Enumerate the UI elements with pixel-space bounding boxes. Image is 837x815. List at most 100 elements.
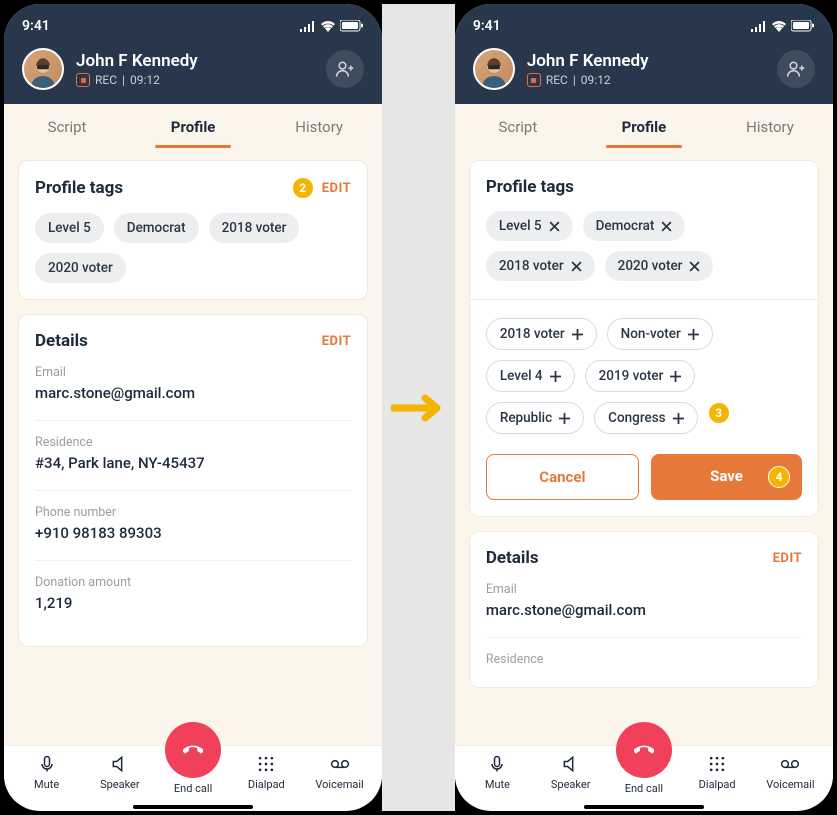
battery-icon [340, 20, 364, 32]
phone-right: 9:41 John F Kennedy REC | 09:12 [455, 4, 833, 811]
call-bar: Mute Speaker End call Dialpad Voicemail [455, 745, 833, 801]
save-button[interactable]: Save 4 [651, 454, 802, 500]
dialpad-button[interactable]: Dialpad [234, 754, 298, 791]
mute-button[interactable]: Mute [465, 754, 529, 791]
applied-tags: Level 5 Democrat 2018 voter 2020 voter [486, 211, 802, 281]
end-call-label: End call [174, 782, 212, 795]
caller-info: John F Kennedy REC | 09:12 [527, 51, 765, 87]
detail-value: marc.stone@gmail.com [35, 384, 351, 402]
end-call-icon [616, 722, 672, 778]
plus-icon [572, 329, 583, 340]
rec-line: REC | 09:12 [527, 73, 765, 87]
status-icons [300, 20, 364, 32]
wifi-icon [771, 20, 787, 32]
tag-chip-removable[interactable]: Level 5 [486, 211, 573, 241]
detail-row: Email marc.stone@gmail.com [35, 365, 351, 421]
scroll-area[interactable]: Profile tags 2 EDIT Level 5 Democrat 201… [4, 148, 382, 761]
card-title-details: Details [486, 548, 539, 568]
button-row: Cancel Save 4 [486, 454, 802, 500]
tag-chip[interactable]: 2020 voter [35, 253, 126, 283]
dialpad-label: Dialpad [699, 778, 736, 791]
tab-profile[interactable]: Profile [130, 104, 256, 148]
plus-icon [550, 371, 561, 382]
speaker-button[interactable]: Speaker [88, 754, 152, 791]
profile-tags-card: Profile tags Level 5 Democrat 2018 voter… [469, 160, 819, 517]
voicemail-button[interactable]: Voicemail [308, 754, 372, 791]
detail-label: Residence [35, 435, 351, 450]
rec-sep: | [573, 73, 576, 87]
detail-label: Email [35, 365, 351, 380]
add-person-button[interactable] [777, 50, 815, 88]
tab-script[interactable]: Script [4, 104, 130, 148]
home-indicator[interactable] [584, 805, 704, 809]
avatar[interactable] [473, 48, 515, 90]
signal-icon [751, 21, 767, 32]
tab-profile[interactable]: Profile [581, 104, 707, 148]
tag-chip-add[interactable]: Level 4 [486, 360, 575, 392]
edit-tags-button[interactable]: EDIT [322, 181, 351, 196]
tab-script[interactable]: Script [455, 104, 581, 148]
tag-chip-add[interactable]: Congress [594, 402, 697, 434]
cancel-button[interactable]: Cancel [486, 454, 639, 500]
close-icon [549, 221, 560, 232]
tag-chip-add[interactable]: Non-voter [607, 318, 713, 350]
header: 9:41 John F Kennedy REC | 09:12 [4, 4, 382, 104]
tab-history[interactable]: History [707, 104, 833, 148]
tab-history[interactable]: History [256, 104, 382, 148]
plus-icon [559, 413, 570, 424]
divider [470, 299, 818, 300]
voicemail-label: Voicemail [766, 778, 814, 791]
annotation-3: 3 [708, 402, 730, 424]
dialpad-button[interactable]: Dialpad [685, 754, 749, 791]
call-bar: Mute Speaker End call Dialpad Voicemail [4, 745, 382, 801]
rec-icon [527, 73, 541, 87]
caller-row: John F Kennedy REC | 09:12 [22, 48, 364, 90]
tag-chip-removable[interactable]: 2018 voter [486, 251, 595, 281]
scroll-area[interactable]: Profile tags Level 5 Democrat 2018 voter… [455, 148, 833, 801]
add-person-button[interactable] [326, 50, 364, 88]
detail-value: +910 98183 89303 [35, 524, 351, 542]
detail-label: Residence [486, 652, 802, 667]
card-title-tags: Profile tags [35, 178, 123, 198]
detail-label: Donation amount [35, 575, 351, 590]
status-time: 9:41 [22, 18, 50, 34]
mute-button[interactable]: Mute [15, 754, 79, 791]
voicemail-label: Voicemail [315, 778, 363, 791]
caller-name: John F Kennedy [527, 51, 765, 71]
tag-chip[interactable]: Democrat [114, 213, 199, 243]
tag-chip[interactable]: 2018 voter [209, 213, 300, 243]
end-call-button[interactable]: End call [612, 754, 676, 795]
caller-row: John F Kennedy REC | 09:12 [473, 48, 815, 90]
close-icon [571, 261, 582, 272]
edit-details-button[interactable]: EDIT [773, 551, 802, 566]
speaker-label: Speaker [551, 778, 591, 791]
detail-row: Residence [486, 652, 802, 667]
voicemail-button[interactable]: Voicemail [758, 754, 822, 791]
home-indicator[interactable] [133, 805, 253, 809]
header: 9:41 John F Kennedy REC | 09:12 [455, 4, 833, 104]
speaker-button[interactable]: Speaker [539, 754, 603, 791]
tag-chip-removable[interactable]: Democrat [583, 211, 686, 241]
rec-icon [76, 73, 90, 87]
status-icons [751, 20, 815, 32]
phone-left: 9:41 John F Kennedy REC | 09:12 [4, 4, 382, 811]
save-label: Save [710, 467, 743, 485]
body: Script Profile History Profile tags Leve… [455, 104, 833, 801]
close-icon [661, 221, 672, 232]
status-time: 9:41 [473, 18, 501, 34]
speaker-label: Speaker [100, 778, 140, 791]
tag-chip-add[interactable]: 2019 voter [585, 360, 696, 392]
edit-details-button[interactable]: EDIT [322, 334, 351, 349]
mute-label: Mute [485, 778, 510, 791]
rec-line: REC | 09:12 [76, 73, 314, 87]
tag-chip-add[interactable]: 2018 voter [486, 318, 597, 350]
detail-row: Donation amount 1,219 [35, 575, 351, 612]
detail-label: Email [486, 582, 802, 597]
avatar[interactable] [22, 48, 64, 90]
tag-chip-removable[interactable]: 2020 voter [605, 251, 714, 281]
tag-chip-add[interactable]: Republic [486, 402, 584, 434]
detail-row: Email marc.stone@gmail.com [486, 582, 802, 638]
dialpad-label: Dialpad [248, 778, 285, 791]
end-call-button[interactable]: End call [161, 754, 225, 795]
tag-chip[interactable]: Level 5 [35, 213, 104, 243]
